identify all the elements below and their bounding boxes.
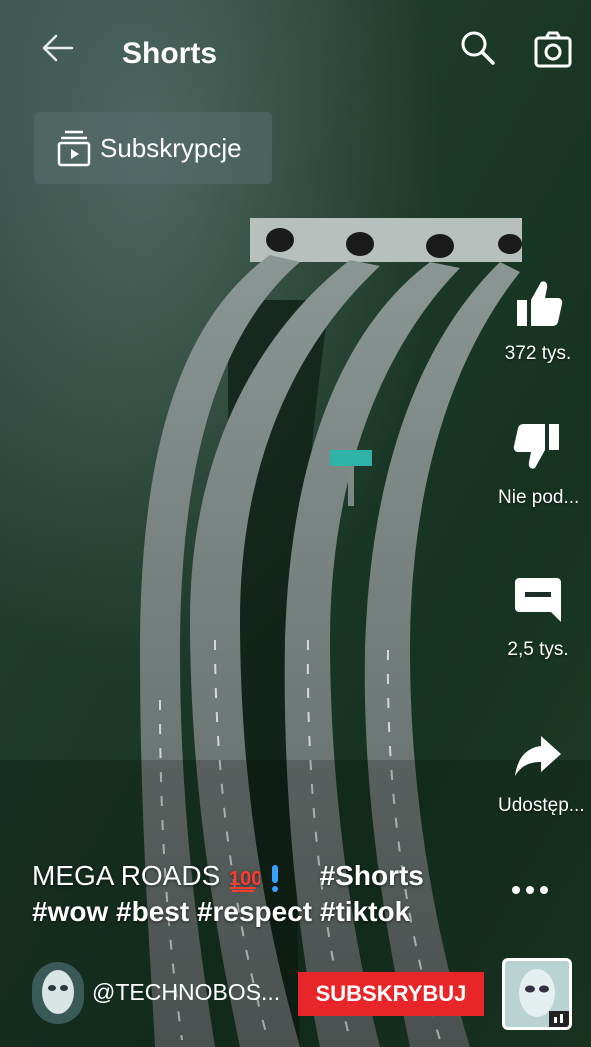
- dislike-label: Nie pod...: [498, 487, 580, 508]
- video-caption[interactable]: MEGA ROADS 100 #Shorts #wow #best #respe…: [32, 858, 502, 930]
- top-bar: Shorts: [0, 0, 591, 100]
- comment-icon: [515, 578, 561, 622]
- dislike-button[interactable]: Nie pod...: [498, 420, 580, 510]
- caption-line-1: MEGA ROADS 100 #Shorts: [32, 858, 502, 894]
- page-title: Shorts: [122, 37, 218, 70]
- more-dots-icon[interactable]: [500, 870, 560, 910]
- share-button[interactable]: Udostęp...: [498, 728, 585, 818]
- svg-text:100: 100: [229, 868, 260, 890]
- exclamation-icon: [271, 864, 278, 892]
- subscribe-button[interactable]: SUBSKRYBUJ: [298, 972, 484, 1016]
- arrow-left-icon[interactable]: [38, 28, 78, 68]
- caption-hashtags[interactable]: #wow #best #respect #tiktok: [32, 894, 502, 930]
- caption-title: MEGA ROADS: [32, 860, 221, 891]
- shorts-screen: Shorts Subskrypcje 372 tys. Nie pod... 2…: [0, 0, 591, 1047]
- like-button[interactable]: 372 tys.: [498, 276, 578, 366]
- search-icon[interactable]: [458, 28, 498, 68]
- thumbs-up-icon: [517, 281, 563, 326]
- share-icon: [515, 736, 561, 776]
- subscriptions-button[interactable]: Subskrypcje: [34, 112, 272, 184]
- comments-count: 2,5 tys.: [507, 639, 569, 660]
- channel-row: @TECHNOBOS... SUBSKRYBUJ: [32, 958, 591, 1030]
- channel-avatar[interactable]: [32, 962, 84, 1024]
- subscriptions-label: Subskrypcje: [100, 133, 242, 163]
- caption-hashtag-shorts[interactable]: #Shorts: [320, 860, 424, 891]
- camera-icon[interactable]: [532, 28, 574, 70]
- sound-thumbnail[interactable]: [502, 958, 572, 1030]
- like-count: 372 tys.: [504, 343, 572, 364]
- channel-handle[interactable]: @TECHNOBOS...: [92, 976, 280, 1008]
- subscriptions-icon: [57, 130, 91, 167]
- share-label: Udostęp...: [498, 795, 585, 816]
- thumbs-down-icon: [513, 424, 559, 469]
- comments-button[interactable]: 2,5 tys.: [498, 572, 578, 662]
- hundred-points-icon: 100: [229, 868, 260, 892]
